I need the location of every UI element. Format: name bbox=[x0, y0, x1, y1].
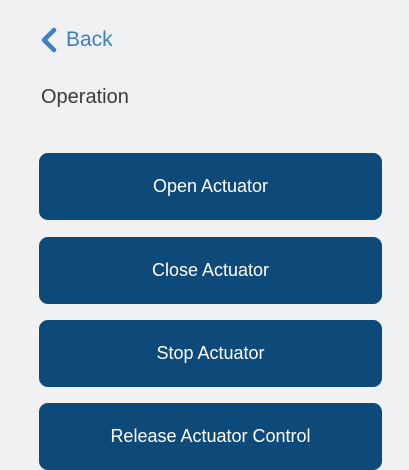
section-title: Operation bbox=[41, 86, 129, 108]
back-link[interactable]: Back bbox=[38, 24, 113, 56]
back-label: Back bbox=[66, 28, 113, 51]
open-actuator-button[interactable]: Open Actuator bbox=[39, 153, 382, 220]
chevron-left-icon bbox=[38, 24, 60, 56]
close-actuator-button[interactable]: Close Actuator bbox=[39, 237, 382, 304]
release-actuator-control-button[interactable]: Release Actuator Control bbox=[39, 403, 382, 470]
stop-actuator-button[interactable]: Stop Actuator bbox=[39, 320, 382, 387]
